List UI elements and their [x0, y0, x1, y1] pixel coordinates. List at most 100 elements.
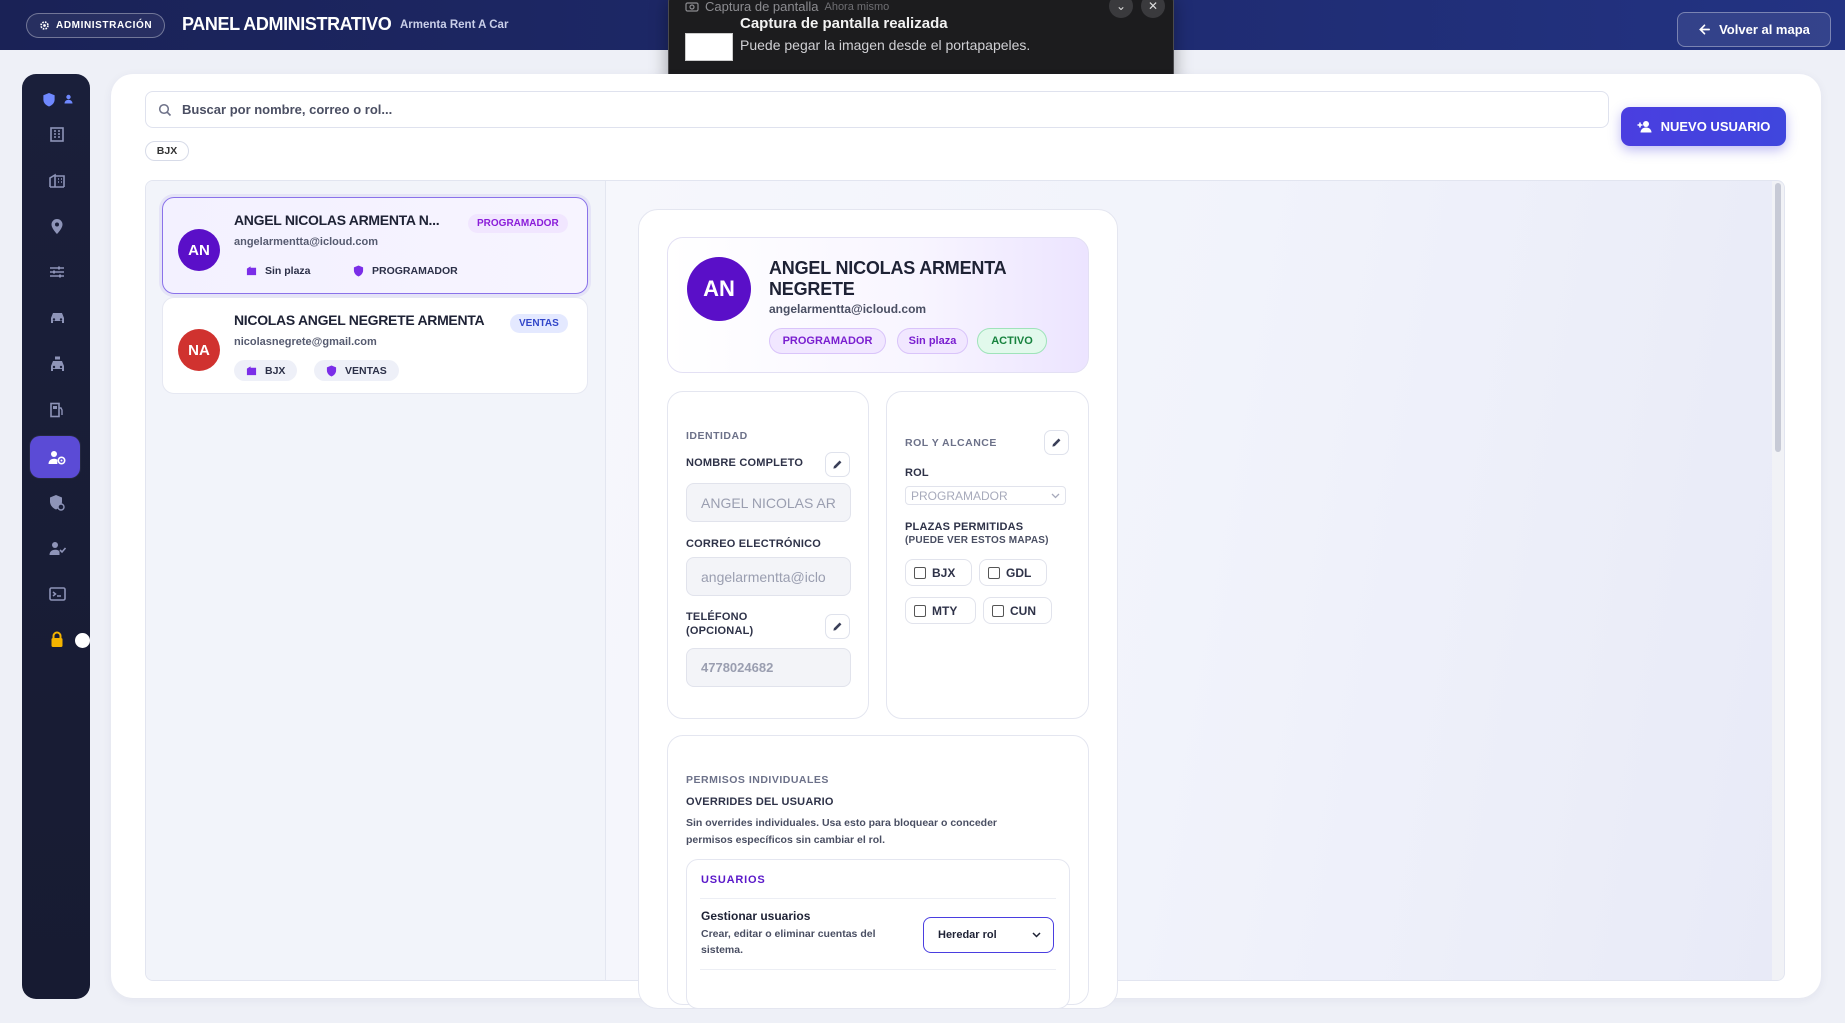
permissions-section-label: PERMISOS INDIVIDUALES [686, 774, 829, 786]
profile-name: ANGEL NICOLAS ARMENTA NEGRETE [769, 258, 1006, 299]
notification-app: Captura de pantalla [705, 0, 819, 14]
role-chip: PROGRAMADOR [341, 260, 470, 281]
identity-section-label: IDENTIDAD [686, 430, 748, 442]
search-bar[interactable] [145, 91, 1609, 128]
phone-field[interactable]: 4778024682 [686, 648, 851, 687]
back-to-map-button[interactable]: Volver al mapa [1677, 12, 1831, 47]
camera-icon [685, 2, 699, 12]
role-chip-label: VENTAS [345, 364, 387, 377]
overrides-title: OVERRIDES DEL USUARIO [686, 796, 834, 808]
divider [700, 898, 1056, 899]
user-name: NICOLAS ANGEL NEGRETE ARMENTA [234, 312, 485, 328]
full-name-label: NOMBRE COMPLETO [686, 457, 804, 469]
full-name-field[interactable]: ANGEL NICOLAS AR [686, 483, 851, 522]
divider [700, 969, 1056, 970]
checkbox-square[interactable] [992, 604, 1004, 617]
checkbox-square[interactable] [914, 604, 926, 617]
role-badge: VENTAS [510, 314, 568, 333]
search-input[interactable] [182, 102, 1582, 117]
pencil-icon [833, 622, 842, 631]
pencil-icon [833, 460, 842, 469]
user-list: AN ANGEL NICOLAS ARMENTA N... PROGRAMADO… [146, 181, 606, 980]
sliders-icon[interactable] [48, 263, 66, 281]
scrollbar-thumb[interactable] [1775, 183, 1781, 452]
role-select-value: PROGRAMADOR [911, 488, 1008, 503]
add-user-icon [1637, 121, 1652, 133]
car-icon[interactable] [48, 309, 66, 327]
permission-item-description-2: sistema. [701, 944, 744, 956]
screenshot-notification[interactable]: Captura de pantalla Ahora mismo ⌄ ✕ Capt… [668, 0, 1174, 84]
new-user-button[interactable]: NUEVO USUARIO [1621, 107, 1786, 146]
email-field[interactable]: angelarmentta@iclo [686, 557, 851, 596]
plaza-filter-chip[interactable]: BJX [145, 141, 189, 161]
admin-badge-label: ADMINISTRACIÓN [56, 20, 153, 31]
role-chip: VENTAS [314, 360, 399, 381]
avatar: AN [178, 229, 220, 271]
edit-name-button[interactable] [825, 452, 850, 477]
avatar: AN [687, 257, 751, 321]
checkbox-square[interactable] [914, 566, 926, 579]
terminal-icon[interactable] [48, 585, 66, 603]
building-icon [246, 266, 257, 276]
user-email: nicolasnegrete@gmail.com [234, 336, 377, 348]
shield-icon [353, 265, 364, 276]
page-title: PANEL ADMINISTRATIVO [182, 14, 392, 34]
buildings-icon[interactable] [48, 171, 66, 189]
plaza-checkbox-label: MTY [932, 603, 958, 618]
screenshot-thumbnail [685, 33, 733, 61]
role-select[interactable]: PROGRAMADOR [905, 486, 1066, 505]
chevron-down-icon: ⌄ [1115, 0, 1127, 13]
building-icon [246, 366, 257, 376]
detail-scrollbar[interactable] [1772, 181, 1784, 980]
status-badge: ACTIVO [977, 328, 1047, 354]
sidebar-collapse-handle[interactable] [75, 633, 90, 648]
plazas-label: PLAZAS PERMITIDAS [905, 521, 1024, 533]
user-check-icon[interactable] [48, 539, 66, 557]
admin-badge: ADMINISTRACIÓN [26, 13, 166, 38]
checkbox-square[interactable] [988, 566, 1000, 579]
plaza-chip: BJX [234, 360, 298, 381]
back-to-map-label: Volver al mapa [1719, 22, 1810, 37]
close-notification-button[interactable]: ✕ [1141, 0, 1165, 18]
close-icon: ✕ [1147, 0, 1159, 13]
user-card[interactable]: NA NICOLAS ANGEL NEGRETE ARMENTA VENTAS … [162, 297, 588, 394]
plaza-badge: Sin plaza [897, 328, 968, 354]
phone-label: TELÉFONO [686, 611, 748, 623]
expand-notification-button[interactable]: ⌄ [1109, 0, 1133, 18]
plaza-checkbox-mty[interactable]: MTY [905, 597, 976, 624]
fuel-icon[interactable] [48, 401, 66, 419]
shield-icon[interactable] [40, 90, 58, 108]
plaza-chip: Sin plaza [234, 260, 323, 281]
avatar: NA [178, 329, 220, 371]
location-pin-icon[interactable] [48, 217, 66, 235]
notification-body: Puede pegar la imagen desde el portapape… [740, 37, 1031, 53]
plaza-checkbox-cun[interactable]: CUN [983, 597, 1052, 624]
plaza-checkbox-gdl[interactable]: GDL [979, 559, 1047, 586]
user-profile-header: AN ANGEL NICOLAS ARMENTA NEGRETE angelar… [667, 237, 1089, 373]
role-badge: PROGRAMADOR [769, 328, 886, 354]
user-card[interactable]: AN ANGEL NICOLAS ARMENTA N... PROGRAMADO… [162, 197, 588, 294]
users-admin-icon[interactable] [48, 448, 66, 466]
edit-role-button[interactable] [1044, 430, 1069, 455]
chevron-down-icon [1032, 932, 1041, 938]
plaza-checkbox-label: BJX [932, 565, 956, 580]
edit-phone-button[interactable] [825, 614, 850, 639]
lock-icon[interactable] [48, 630, 66, 648]
arrow-left-icon [1699, 24, 1711, 35]
permission-override-select[interactable]: Heredar rol [923, 917, 1054, 953]
plaza-checkbox-bjx[interactable]: BJX [905, 559, 972, 586]
user-email: angelarmentta@icloud.com [234, 236, 378, 248]
notification-title: Captura de pantalla realizada [740, 15, 948, 32]
building-icon[interactable] [48, 125, 66, 143]
taxi-icon[interactable] [48, 355, 66, 373]
chevron-down-icon [1051, 493, 1060, 498]
pencil-icon [1052, 438, 1061, 447]
role-label: ROL [905, 467, 929, 479]
new-user-label: NUEVO USUARIO [1660, 119, 1771, 134]
sidebar [22, 74, 90, 999]
security-icon[interactable] [48, 493, 66, 511]
notification-time: Ahora mismo [824, 0, 890, 13]
company-name: Armenta Rent A Car [400, 19, 509, 31]
permission-group-title: USUARIOS [701, 874, 766, 886]
plaza-checkbox-label: GDL [1006, 565, 1032, 580]
